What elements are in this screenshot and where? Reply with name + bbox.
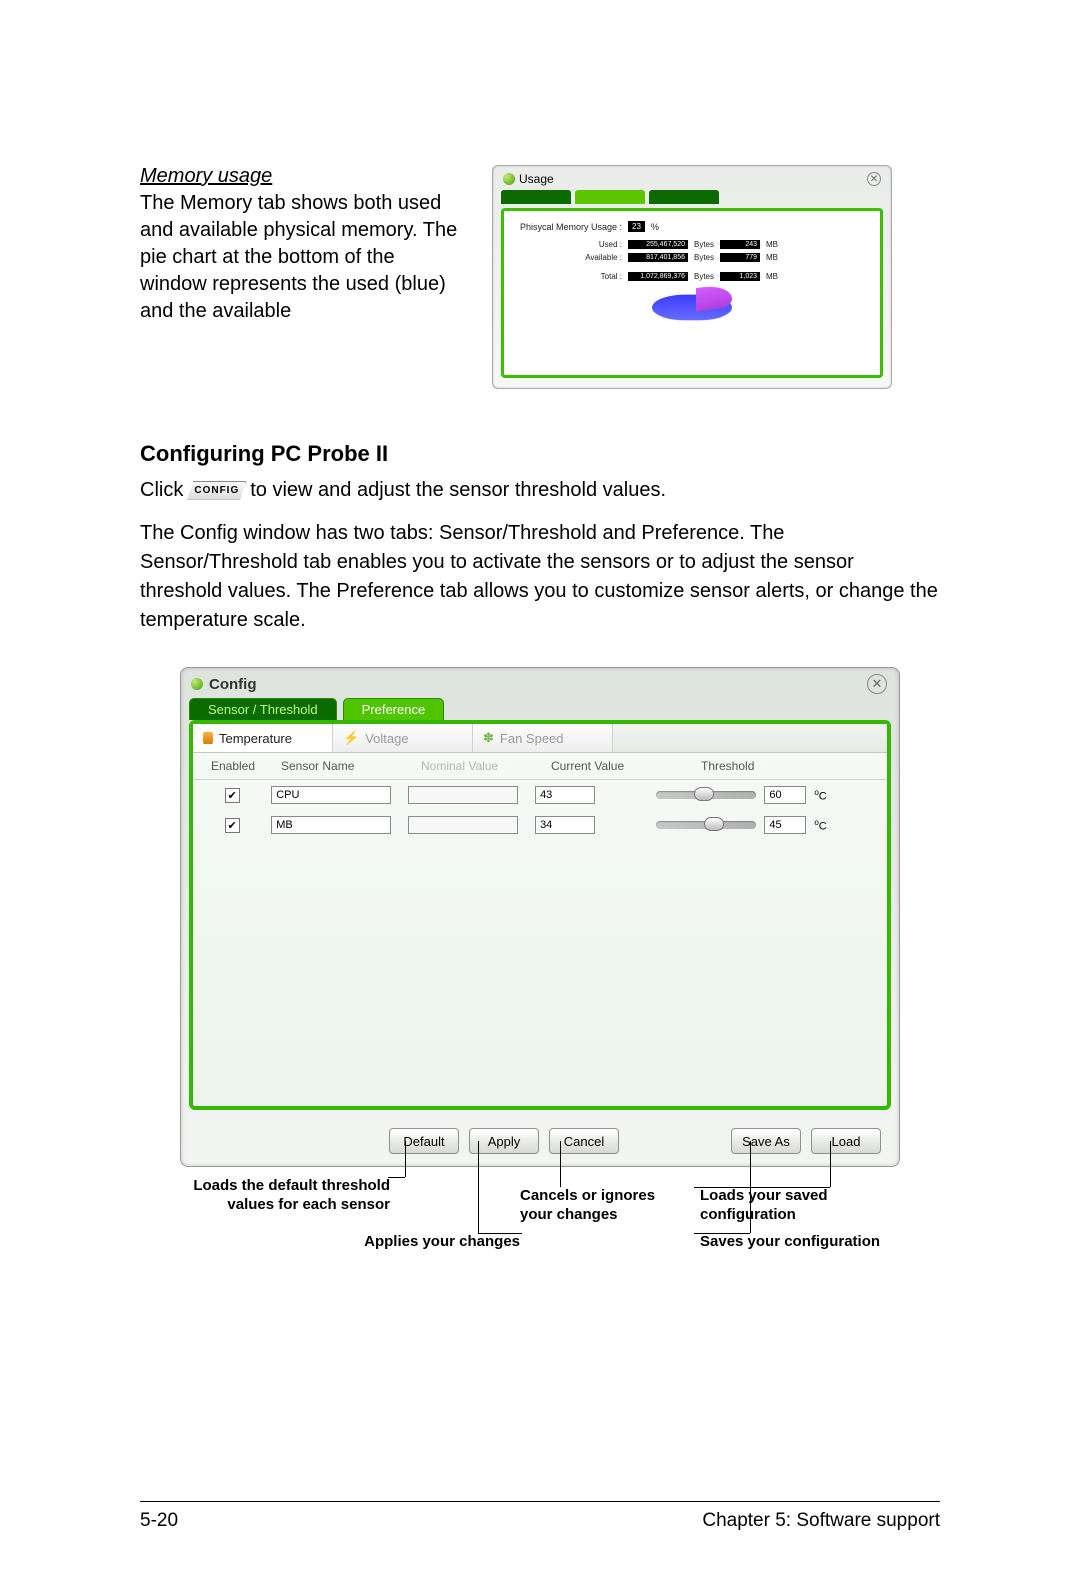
- total-label: Total :: [580, 272, 622, 281]
- config-window-title: Config: [209, 676, 256, 693]
- usage-tab-3[interactable]: [649, 190, 719, 204]
- usage-tab-memory[interactable]: [575, 190, 645, 204]
- load-button[interactable]: Load: [811, 1128, 881, 1154]
- apply-button[interactable]: Apply: [469, 1128, 539, 1154]
- callout-apply: Applies your changes: [360, 1233, 520, 1252]
- click-pre: Click: [140, 475, 183, 505]
- usage-window: Usage ✕ Phisycal Memory Usage : 23 % Use…: [492, 165, 892, 389]
- subtab-voltage[interactable]: ⚡ Voltage: [333, 724, 473, 752]
- col-enabled: Enabled: [193, 759, 273, 773]
- save-as-button[interactable]: Save As: [731, 1128, 801, 1154]
- close-icon[interactable]: ✕: [867, 674, 887, 694]
- used-bytes: 255,467,520: [628, 240, 688, 249]
- callout-default: Loads the default threshold values for e…: [190, 1177, 390, 1215]
- chapter-label: Chapter 5: Software support: [702, 1510, 940, 1532]
- config-window: Config ✕ Sensor / Threshold Preference T…: [180, 667, 900, 1167]
- cpu-nominal-input: [408, 786, 518, 804]
- used-mb: 243: [720, 240, 760, 249]
- mb-current-input: [535, 816, 595, 834]
- close-icon[interactable]: ✕: [867, 172, 881, 186]
- sensor-row-cpu: ✔ oC: [193, 780, 887, 810]
- mb-name-input[interactable]: [271, 816, 391, 834]
- mb-threshold-input[interactable]: [764, 816, 806, 834]
- page-number: 5-20: [140, 1510, 178, 1532]
- mb-unit: oC: [814, 818, 826, 833]
- callout-load: Loads your saved configuration: [700, 1187, 890, 1225]
- memory-usage-heading: Memory usage: [140, 165, 460, 188]
- subtab-temperature[interactable]: Temperature: [193, 724, 333, 752]
- sensor-row-mb: ✔ oC: [193, 810, 887, 840]
- mb-threshold-slider[interactable]: [656, 821, 756, 829]
- memory-usage-body: The Memory tab shows both used and avail…: [140, 190, 460, 325]
- memory-pie-chart: [652, 285, 732, 330]
- cpu-name-input[interactable]: [271, 786, 391, 804]
- cpu-enabled-checkbox[interactable]: ✔: [225, 788, 240, 803]
- total-mb: 1,023: [720, 272, 760, 281]
- fan-icon: ✽: [483, 730, 494, 746]
- pmu-label: Phisycal Memory Usage :: [520, 222, 622, 232]
- mb-enabled-checkbox[interactable]: ✔: [225, 818, 240, 833]
- pmu-unit: %: [651, 222, 659, 232]
- pmu-value: 23: [628, 221, 645, 232]
- click-post: to view and adjust the sensor threshold …: [250, 475, 666, 505]
- col-current-value: Current Value: [543, 759, 663, 773]
- config-icon: [191, 678, 203, 690]
- lightning-icon: ⚡: [343, 730, 359, 746]
- configuring-heading: Configuring PC Probe II: [140, 441, 940, 467]
- col-threshold: Threshold: [663, 759, 883, 773]
- avail-label: Available :: [580, 253, 622, 262]
- tab-preference[interactable]: Preference: [343, 698, 445, 720]
- cpu-unit: oC: [814, 788, 826, 803]
- col-nominal-value: Nominal Value: [413, 759, 543, 773]
- cpu-threshold-slider[interactable]: [656, 791, 756, 799]
- config-paragraph: The Config window has two tabs: Sensor/T…: [140, 519, 940, 635]
- callout-save: Saves your configuration: [700, 1233, 890, 1252]
- subtab-fan-speed[interactable]: ✽ Fan Speed: [473, 724, 613, 752]
- cpu-current-input: [535, 786, 595, 804]
- usage-window-title: Usage: [519, 172, 554, 186]
- thermometer-icon: [203, 732, 213, 744]
- usage-tab-1[interactable]: [501, 190, 571, 204]
- cpu-threshold-input[interactable]: [764, 786, 806, 804]
- callout-cancel: Cancels or ignores your changes: [520, 1187, 670, 1225]
- col-sensor-name: Sensor Name: [273, 759, 413, 773]
- mb-nominal-input: [408, 816, 518, 834]
- tab-sensor-threshold[interactable]: Sensor / Threshold: [189, 698, 337, 720]
- avail-bytes: 817,401,856: [628, 253, 688, 262]
- total-bytes: 1,072,869,376: [628, 272, 688, 281]
- default-button[interactable]: Default: [389, 1128, 459, 1154]
- avail-mb: 779: [720, 253, 760, 262]
- config-button-inline[interactable]: CONFIG: [187, 481, 246, 500]
- used-label: Used :: [580, 240, 622, 249]
- usage-icon: [503, 173, 515, 185]
